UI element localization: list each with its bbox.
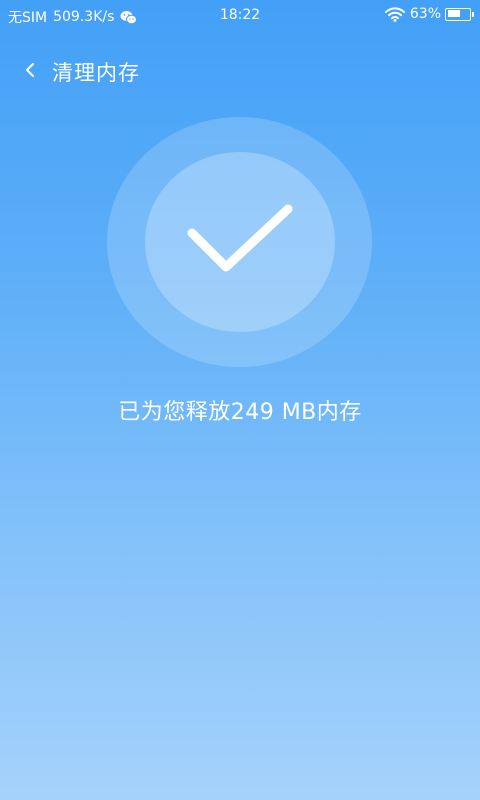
- checkmark-icon: [187, 204, 293, 272]
- battery-icon: [445, 7, 474, 21]
- app-header: 清理内存: [0, 48, 480, 92]
- back-button[interactable]: [16, 56, 44, 84]
- status-bar-right: 63%: [384, 6, 474, 22]
- status-bar: 无SIM 509.3K/s 18:22 63%: [0, 0, 480, 32]
- battery-percent: 63%: [409, 6, 441, 22]
- page-title: 清理内存: [52, 61, 140, 85]
- battery-level-fill: [447, 10, 461, 17]
- wifi-icon: [384, 7, 405, 22]
- memory-clean-result-screen: 无SIM 509.3K/s 18:22 63% 清理内存 已为您释放249 MB…: [0, 0, 480, 800]
- freed-memory-message: 已为您释放249 MB内存: [118, 400, 362, 425]
- chevron-left-icon: [26, 63, 34, 77]
